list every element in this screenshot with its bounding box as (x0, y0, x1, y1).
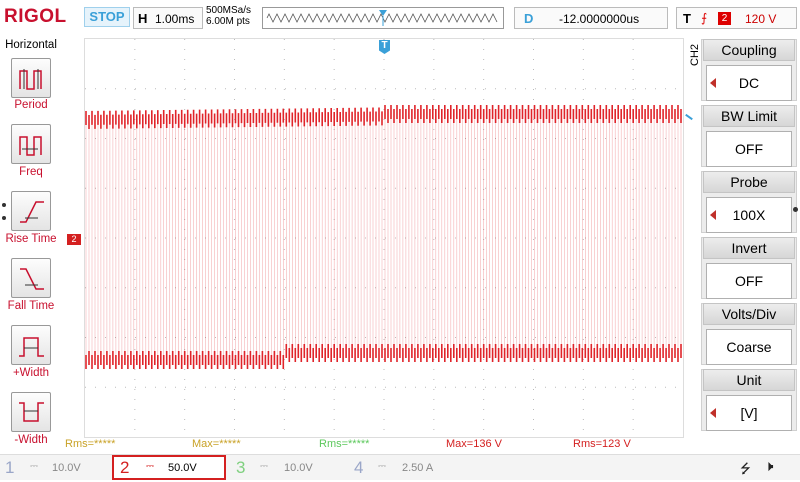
channel-1-scale: 10.0V (52, 462, 81, 474)
scroll-dot-icon (793, 207, 798, 212)
channel-tag: CH2 (689, 43, 701, 66)
fall-time-icon (20, 268, 44, 290)
frequency-label: Freq (19, 166, 43, 178)
select-arrow-icon (710, 408, 716, 418)
unit-value-text: [V] (740, 405, 758, 421)
period-label: Period (14, 99, 48, 111)
channel-4-scale: 2.50 A (402, 462, 434, 474)
period-icon (19, 69, 42, 90)
waveform-display[interactable] (84, 38, 684, 438)
frequency-icon (19, 136, 42, 156)
rise-time-icon (20, 201, 44, 223)
channel-3-number: 3 (236, 458, 246, 477)
waveform-canvas (85, 39, 682, 430)
horizontal-key: H (138, 11, 148, 26)
bw-limit-value-text: OFF (735, 141, 763, 157)
negative-width-button[interactable] (11, 392, 51, 432)
frequency-button[interactable] (11, 124, 51, 164)
probe-value-text: 100X (732, 207, 766, 223)
dc-coupling-icon: ⎓ (260, 461, 268, 472)
edge-trigger-icon: ⨍ (701, 11, 708, 25)
bw-limit-value[interactable]: OFF (706, 131, 792, 167)
volts-div-value[interactable]: Coarse (706, 329, 792, 365)
run-stop-status[interactable]: STOP (84, 7, 130, 27)
probe-title: Probe (703, 171, 795, 193)
top-status-bar: RIGOL STOP H 1.00ms 500MSa/s 6.00M pts D… (0, 0, 800, 36)
unit-title: Unit (703, 369, 795, 391)
negative-width-label: -Width (14, 434, 48, 446)
horizontal-timebase[interactable]: H 1.00ms (133, 7, 203, 29)
fall-time-button[interactable] (11, 258, 51, 298)
speaker-icon[interactable]: 🕨 (764, 458, 773, 475)
memory-depth: 6.00M pts (206, 16, 250, 27)
horizontal-measure-menu: Horizontal Period Freq Rise Time Fall Ti… (0, 36, 62, 454)
measurement-4: Max=136 V (446, 438, 502, 450)
fall-time-label: Fall Time (7, 300, 55, 312)
scroll-dot-icon (2, 203, 6, 207)
select-arrow-icon (710, 210, 716, 220)
channel-2-number: 2 (120, 458, 130, 477)
dc-coupling-icon: ⎓ (146, 461, 154, 472)
dc-coupling-icon: ⎓ (378, 461, 386, 472)
positive-width-label: +Width (12, 367, 50, 379)
unit-value[interactable]: [V] (706, 395, 792, 431)
channel-1-number: 1 (5, 458, 15, 477)
volts-div-title: Volts/Div (703, 303, 795, 325)
channel-3-status[interactable]: 3 ⎓ 10.0V (230, 455, 345, 480)
acquisition-info: 500MSa/s 6.00M pts (206, 5, 251, 27)
measurement-5: Rms=123 V (573, 438, 631, 450)
invert-value[interactable]: OFF (706, 263, 792, 299)
timebase-value: 1.00ms (155, 12, 195, 26)
channel-4-number: 4 (354, 458, 364, 477)
brand-logo: RIGOL (4, 6, 67, 27)
grid-dots (85, 39, 676, 430)
dc-coupling-icon: ⎓ (30, 461, 38, 472)
invert-value-text: OFF (735, 273, 763, 289)
coupling-title: Coupling (703, 39, 795, 61)
bw-limit-title: BW Limit (703, 105, 795, 127)
channel-2-scale: 50.0V (168, 462, 197, 474)
negative-width-icon (19, 402, 44, 422)
invert-title: Invert (703, 237, 795, 259)
positive-width-button[interactable] (11, 325, 51, 365)
measurement-2: Max=***** (192, 438, 241, 450)
channel-4-status[interactable]: 4 ⎓ 2.50 A (348, 455, 463, 480)
delay-key: D (524, 11, 534, 26)
menu-title: Horizontal (5, 39, 57, 51)
scroll-dot-icon (2, 216, 6, 220)
period-button[interactable] (11, 58, 51, 98)
delay-value: -12.0000000us (559, 12, 640, 26)
channel-3-scale: 10.0V (284, 462, 313, 474)
trigger-level-marker[interactable] (685, 113, 693, 121)
measurement-3: Rms=***** (319, 438, 370, 450)
channel-1-status[interactable]: 1 ⎓ 10.0V (0, 455, 115, 480)
delay-setting[interactable]: D -12.0000000us (514, 7, 668, 29)
probe-value[interactable]: 100X (706, 197, 792, 233)
memory-waveform (266, 10, 498, 26)
positive-width-icon (19, 337, 44, 357)
trigger-key: T (683, 11, 691, 26)
rise-time-button[interactable] (11, 191, 51, 231)
coupling-value-text: DC (738, 75, 760, 91)
rise-time-label: Rise Time (5, 233, 57, 245)
coupling-value[interactable]: DC (706, 65, 792, 101)
trigger-level: 120 V (745, 12, 777, 26)
usb-icon: ⭍ (740, 461, 751, 476)
trigger-setting[interactable]: T ⨍ 2 120 V (676, 7, 797, 29)
channel-status-bar: 1 ⎓ 10.0V 2 ⎓ 50.0V 3 ⎓ 10.0V 4 ⎓ 2.50 A… (0, 454, 800, 480)
select-arrow-icon (710, 78, 716, 88)
channel-offset-marker[interactable]: 2 (67, 234, 81, 245)
channel-2-status[interactable]: 2 ⎓ 50.0V (112, 455, 226, 480)
sample-rate: 500MSa/s (206, 5, 252, 16)
trigger-source-badge: 2 (718, 12, 731, 25)
memory-overview-bar[interactable] (262, 7, 504, 29)
volts-div-value-text: Coarse (726, 339, 772, 355)
measurement-1: Rms=***** (65, 438, 116, 450)
